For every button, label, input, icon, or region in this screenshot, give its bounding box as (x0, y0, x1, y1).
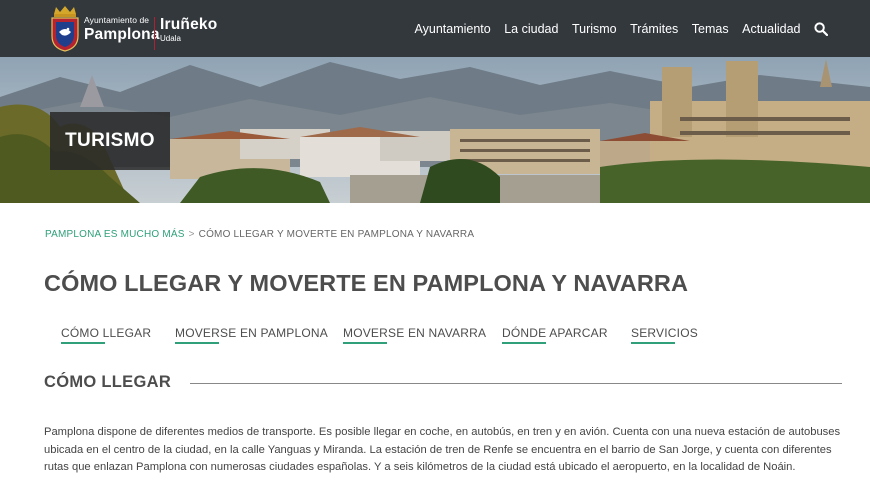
logo-wordmark[interactable]: Ayuntamiento de Pamplona (84, 16, 160, 42)
logo-alt-line2: Udala (160, 33, 181, 43)
tab-label: DÓNDE APARCAR (502, 326, 608, 340)
breadcrumb: PAMPLONA ES MUCHO MÁS > CÓMO LLEGAR Y MOVE… (45, 229, 474, 240)
page-title: CÓMO LLEGAR Y MOVERTE EN PAMPLONA Y NAVA… (44, 270, 689, 296)
breadcrumb-link-home[interactable]: PAMPLONA ES MUCHO MÁS (45, 229, 185, 240)
tab-donde-aparcar[interactable]: DÓNDE APARCAR (502, 326, 608, 344)
main-nav: Ayuntamiento La ciudad Turismo Trámites … (415, 0, 870, 57)
nav-item-ayuntamiento[interactable]: Ayuntamiento (415, 22, 491, 36)
logo-divider (154, 17, 155, 50)
tab-underline (343, 342, 387, 344)
nav-item-la-ciudad[interactable]: La ciudad (504, 22, 558, 36)
nav-item-actualidad[interactable]: Actualidad (742, 22, 800, 36)
tab-label: CÓMO LLEGAR (61, 326, 152, 340)
top-header: Ayuntamiento de Pamplona Iruñeko Udala A… (0, 0, 870, 57)
logo-wordmark-basque[interactable]: Iruñeko Udala (160, 17, 217, 43)
tab-label: MOVERSE EN NAVARRA (343, 326, 487, 340)
logo-line2: Pamplona (84, 25, 160, 43)
tab-underline (175, 342, 219, 344)
tab-label: SERVICIOS (631, 326, 698, 340)
logo-line1: Ayuntamiento de (84, 15, 150, 25)
tab-label: MOVERSE EN PAMPLONA (175, 326, 328, 340)
nav-item-temas[interactable]: Temas (692, 22, 729, 36)
section-divider (190, 383, 842, 384)
search-icon[interactable] (814, 21, 828, 36)
section-title: CÓMO LLEGAR (44, 373, 172, 391)
tab-moverse-en-pamplona[interactable]: MOVERSE EN PAMPLONA (175, 326, 328, 344)
tab-moverse-en-navarra[interactable]: MOVERSE EN NAVARRA (343, 326, 487, 344)
nav-item-tramites[interactable]: Trámites (630, 22, 678, 36)
breadcrumb-current: CÓMO LLEGAR Y MOVERTE EN PAMPLONA Y NAVA… (198, 229, 475, 240)
nav-item-turismo[interactable]: Turismo (572, 22, 617, 36)
section-body-text: Pamplona dispone de diferentes medios de… (44, 426, 841, 473)
coat-of-arms-logo-icon[interactable] (48, 4, 82, 52)
tab-servicios[interactable]: SERVICIOS (631, 326, 698, 344)
tab-underline (631, 342, 675, 344)
breadcrumb-separator: > (188, 229, 195, 240)
tab-underline (502, 342, 546, 344)
hero-banner: TURISMO (0, 57, 870, 203)
logo-alt-line1: Iruñeko (160, 16, 218, 33)
tab-underline (61, 342, 105, 344)
hero-section-badge: TURISMO (50, 112, 170, 170)
tab-como-llegar[interactable]: CÓMO LLEGAR (61, 326, 152, 344)
